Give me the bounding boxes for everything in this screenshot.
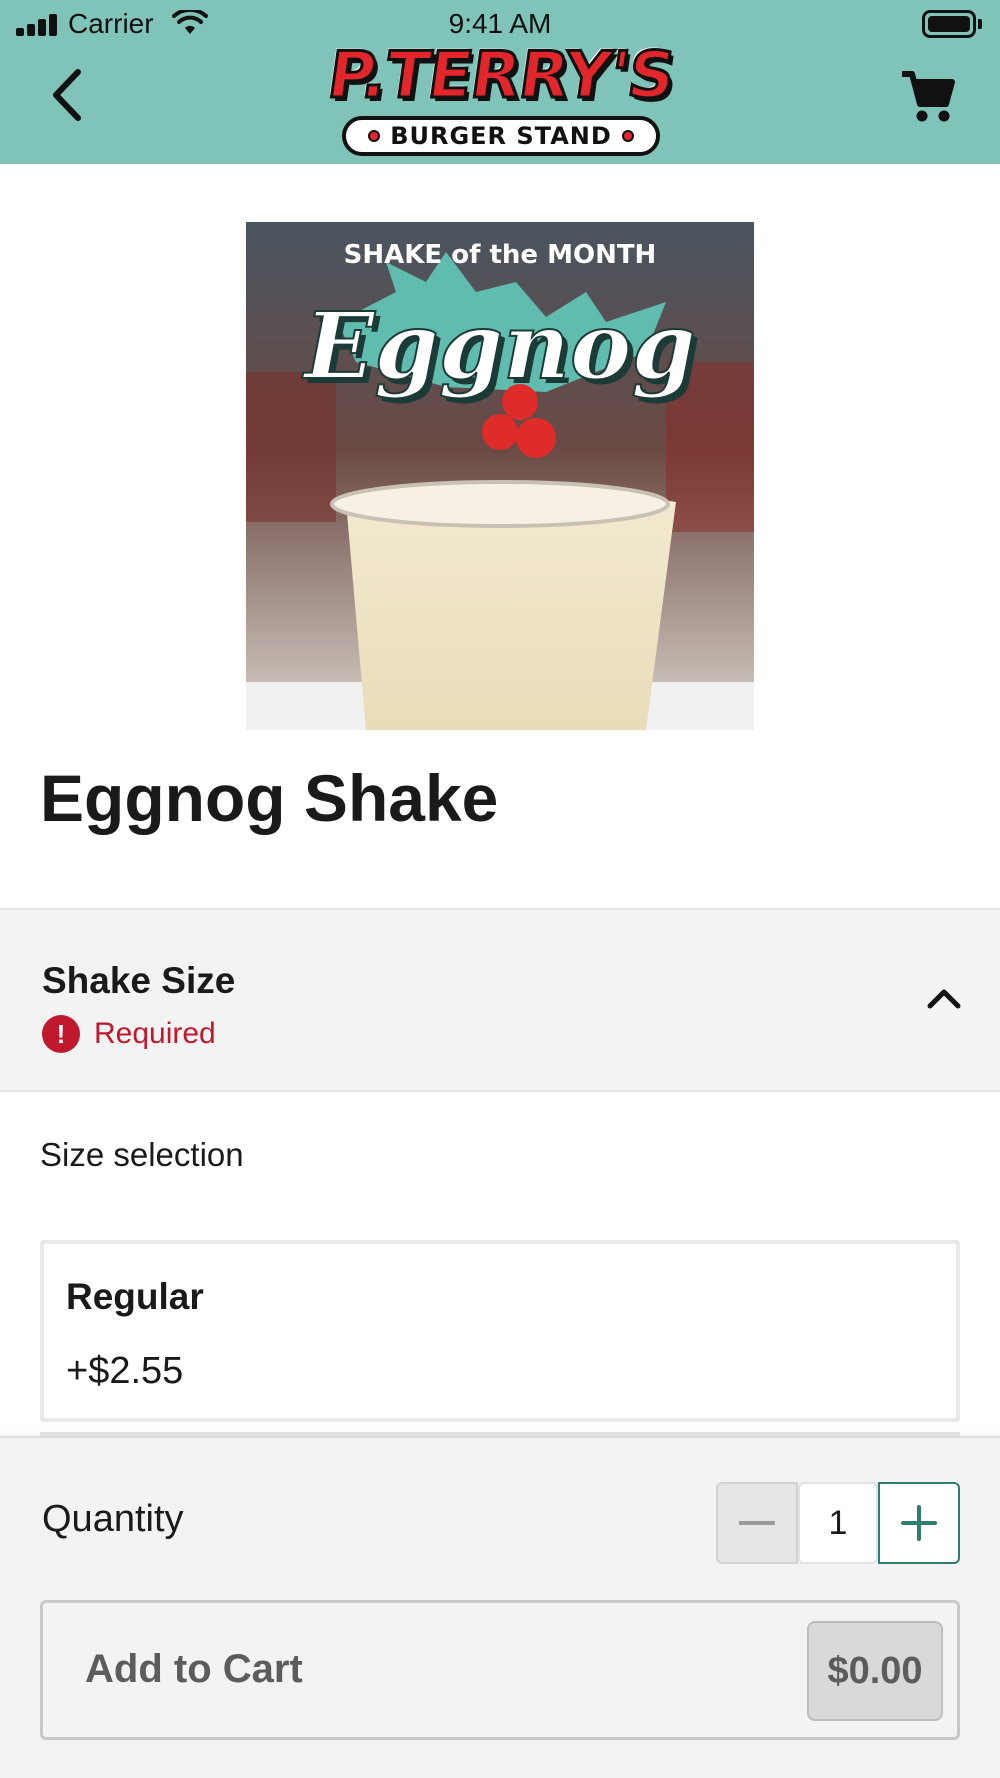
chevron-left-icon: [53, 69, 81, 121]
battery-icon: [922, 10, 982, 38]
shake-size-section-header[interactable]: Shake Size ! Required: [0, 908, 1000, 1092]
total-price: $0.00: [807, 1621, 943, 1721]
ribbon-dot: [368, 130, 381, 142]
size-option-regular[interactable]: Regular +$2.55: [40, 1240, 960, 1422]
image-caption-main: Eggnog: [303, 291, 696, 401]
brand-wordmark: P.TERRY'S: [322, 38, 680, 115]
product-image: SHAKE of the MONTH Eggnog: [246, 222, 754, 730]
required-indicator: ! Required: [42, 1014, 216, 1054]
quantity-label: Quantity: [42, 1498, 184, 1540]
order-footer: Quantity 1 Add to Cart $0.00: [0, 1436, 1000, 1778]
section-title: Shake Size: [42, 960, 236, 1001]
status-time: 9:41 AM: [448, 8, 552, 39]
minus-icon: [739, 1521, 775, 1525]
add-to-cart-button[interactable]: Add to Cart $0.00: [40, 1600, 960, 1740]
decrease-quantity-button[interactable]: [716, 1482, 798, 1564]
add-to-cart-label: Add to Cart: [85, 1647, 303, 1691]
option-price: +$2.55: [66, 1350, 184, 1392]
plus-icon: [901, 1505, 937, 1541]
required-label: Required: [94, 1017, 216, 1050]
brand-logo: P.TERRY'S BURGER STAND: [320, 38, 682, 158]
ribbon-dot: [621, 130, 634, 142]
quantity-value[interactable]: 1: [798, 1482, 878, 1564]
chevron-up-icon[interactable]: [926, 986, 962, 1010]
shopping-cart-icon: [902, 71, 955, 122]
brand-tagline: BURGER STAND: [390, 122, 612, 150]
increase-quantity-button[interactable]: [878, 1482, 960, 1564]
image-caption-top: SHAKE of the MONTH: [343, 240, 657, 270]
alert-icon: !: [42, 1015, 80, 1053]
product-title: Eggnog Shake: [40, 761, 499, 835]
size-selection-caption: Size selection: [40, 1136, 244, 1173]
quantity-stepper: 1: [716, 1482, 960, 1564]
brand-tagline-ribbon: BURGER STAND: [342, 116, 660, 156]
app-header: Carrier 9:41 AM P.TERRY'S BURGER STAND: [0, 0, 1000, 164]
back-button[interactable]: [40, 62, 96, 128]
option-name: Regular: [66, 1276, 204, 1317]
cart-button[interactable]: [898, 66, 958, 126]
